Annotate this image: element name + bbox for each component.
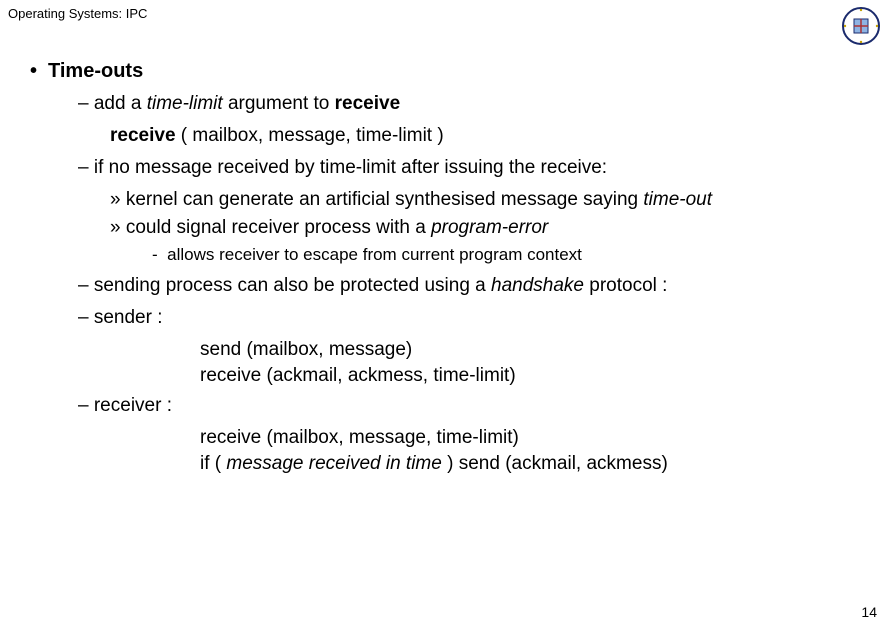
dq: » (110, 189, 121, 210)
text-ital: message received in time (226, 453, 441, 474)
line-kernel-generate: » kernel can generate an artificial synt… (110, 189, 861, 211)
dash: – (78, 275, 89, 296)
text: add a (94, 93, 147, 114)
text: allows receiver to escape from current p… (167, 245, 582, 264)
text: receiver : (94, 395, 172, 416)
line-sender-label: – sender : (78, 307, 861, 329)
dash: – (78, 157, 89, 178)
dash: – (78, 395, 89, 416)
text: argument to (223, 93, 335, 114)
text: if ( (200, 453, 226, 474)
text-ital: time-out (643, 189, 712, 210)
line-if-no-message: – if no message received by time-limit a… (78, 157, 861, 179)
dq: » (110, 217, 121, 238)
page-number: 14 (861, 604, 877, 620)
text: ) send (ackmail, ackmess) (442, 453, 668, 474)
line-add-timelimit: – add a time-limit argument to receive (78, 93, 861, 115)
text-ital: handshake (491, 275, 584, 296)
text-bold: receive (335, 93, 401, 114)
text: protocol : (584, 275, 667, 296)
dash: - (152, 245, 158, 264)
text: could signal receiver process with a (126, 217, 431, 238)
receiver-receive: receive (mailbox, message, time-limit) (200, 427, 861, 449)
sender-receive: receive (ackmail, ackmess, time-limit) (200, 365, 861, 387)
line-handshake: – sending process can also be protected … (78, 275, 861, 297)
text-ital: time-limit (147, 93, 223, 114)
line-signal-receiver: » could signal receiver process with a p… (110, 217, 861, 239)
line-receiver-label: – receiver : (78, 395, 861, 417)
recv-args: ( mailbox, message, time-limit ) (176, 125, 444, 146)
heading-timeouts: •Time-outs (30, 60, 861, 83)
university-crest-icon (841, 6, 881, 46)
text: sending process can also be protected us… (94, 275, 491, 296)
text: kernel can generate an artificial synthe… (126, 189, 644, 210)
text: sender : (94, 307, 163, 328)
heading-text: Time-outs (48, 60, 143, 82)
receiver-if-send: if ( message received in time ) send (ac… (200, 453, 861, 475)
recv-kw: receive (110, 125, 176, 146)
bullet: • (30, 60, 48, 83)
dash: – (78, 307, 89, 328)
slide-header: Operating Systems: IPC (8, 6, 147, 21)
sender-send: send (mailbox, message) (200, 339, 861, 361)
text: if no message received by time-limit aft… (94, 157, 607, 178)
slide-content: •Time-outs – add a time-limit argument t… (30, 60, 861, 483)
line-escape-context: - allows receiver to escape from current… (152, 245, 861, 265)
dash: – (78, 93, 89, 114)
receive-signature: receive ( mailbox, message, time-limit ) (110, 125, 861, 147)
text-ital: program-error (431, 217, 548, 238)
